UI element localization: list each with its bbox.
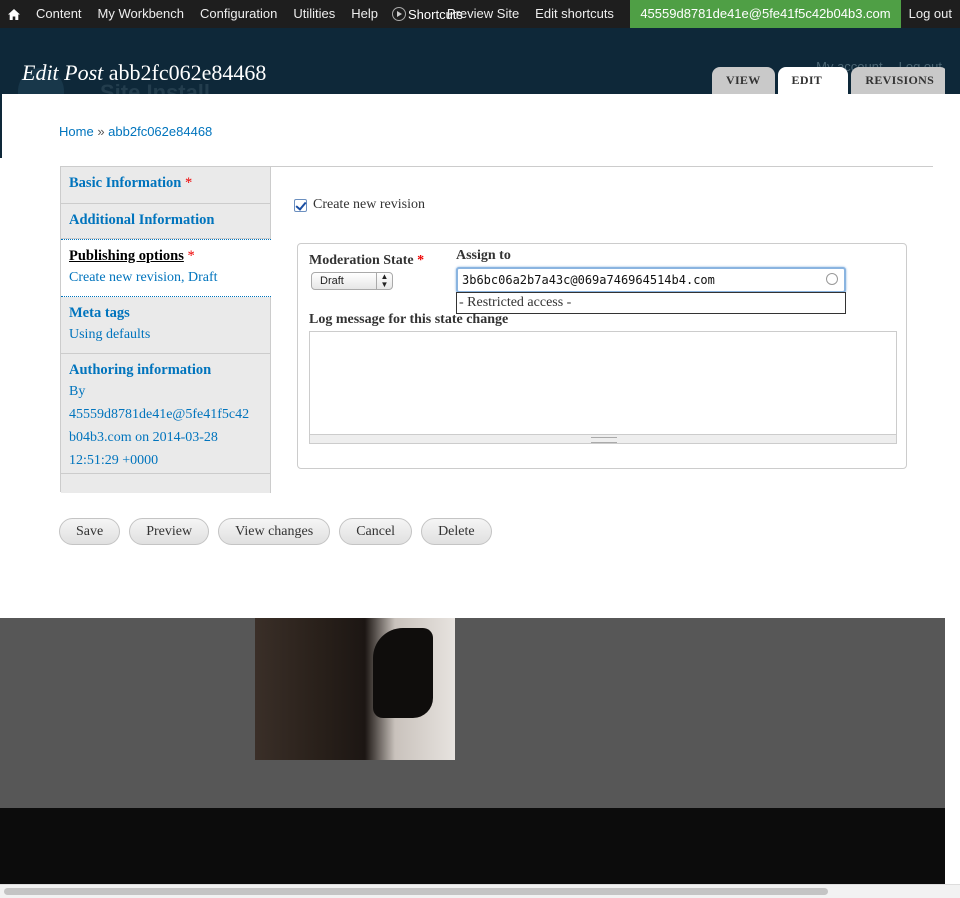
toolbar-content[interactable]: Content	[28, 0, 90, 28]
vtab-authoring-information[interactable]: Authoring information By 45559d8781de41e…	[61, 354, 270, 474]
breadcrumb-home[interactable]: Home	[59, 124, 94, 139]
breadcrumb: Home » abb2fc062e84468	[59, 124, 212, 139]
admin-toolbar: Content My Workbench Configuration Utili…	[0, 0, 960, 28]
required-marker: *	[417, 253, 425, 268]
textarea-resize-grip[interactable]	[309, 435, 897, 444]
delete-button[interactable]: Delete	[421, 518, 492, 545]
vtab-additional-information[interactable]: Additional Information	[61, 204, 270, 239]
form-actions: Save Preview View changes Cancel Delete	[59, 518, 492, 545]
moderation-state-select[interactable]: Draft ▲ ▼	[311, 272, 393, 290]
overlay-backdrop	[0, 618, 945, 808]
tab-revisions[interactable]: REVISIONS	[851, 67, 945, 94]
shortcuts-arrow-icon	[392, 7, 406, 21]
vtab-title: Meta tags	[69, 305, 130, 321]
vtab-summary-line: By	[69, 384, 86, 399]
vtab-summary-line: 12:51:29 +0000	[69, 453, 159, 468]
create-revision-checkbox[interactable]	[294, 198, 307, 212]
required-marker: *	[187, 248, 195, 264]
breadcrumb-separator: »	[97, 124, 105, 139]
moderation-state-label-text: Moderation State	[309, 253, 414, 268]
vtab-meta-tags[interactable]: Meta tags Using defaults	[61, 297, 270, 354]
vtab-title: Basic Information	[69, 175, 182, 191]
vertical-tabs-list: Basic Information * Additional Informati…	[61, 167, 271, 493]
vtab-summary-line: b04b3.com on 2014-03-28	[69, 430, 218, 445]
scrollbar-thumb[interactable]	[4, 888, 828, 895]
create-revision-row: Create new revision	[294, 197, 425, 213]
select-arrows-icon: ▲ ▼	[376, 273, 392, 289]
toolbar-utilities[interactable]: Utilities	[285, 0, 343, 28]
vtab-title: Publishing options	[69, 248, 184, 264]
page-footer-backdrop	[0, 808, 945, 886]
image-detail	[373, 628, 433, 718]
create-revision-label[interactable]: Create new revision	[313, 197, 425, 213]
content-image	[255, 618, 455, 760]
view-changes-button[interactable]: View changes	[218, 518, 331, 545]
toolbar-logout[interactable]: Log out	[901, 0, 960, 28]
cancel-button[interactable]: Cancel	[339, 518, 413, 545]
log-message-label: Log message for this state change	[309, 312, 509, 327]
breadcrumb-current[interactable]: abb2fc062e84468	[108, 124, 212, 139]
moderation-fieldset: Moderation State * Draft ▲ ▼ Assign to 3b…	[297, 243, 907, 469]
moderation-state-value: Draft	[320, 275, 344, 287]
shortcut-preview-site[interactable]: Preview Site	[439, 0, 527, 28]
vtab-basic-information[interactable]: Basic Information *	[61, 167, 270, 204]
vtab-publishing-options[interactable]: Publishing options * Create new revision…	[61, 239, 271, 297]
log-message-textarea[interactable]	[309, 331, 897, 435]
assign-to-label: Assign to	[456, 248, 511, 263]
home-icon[interactable]	[0, 0, 28, 28]
tab-view[interactable]: VIEW	[712, 67, 775, 94]
vtab-summary-line: 45559d8781de41e@5fe41f5c42	[69, 407, 250, 422]
save-button[interactable]: Save	[59, 518, 121, 545]
assign-to-input[interactable]: 3b6bc06a2b7a43c@069a746964514b4.com	[456, 267, 846, 293]
toolbar-configuration[interactable]: Configuration	[192, 0, 285, 28]
vtab-summary: Create new revision, Draft	[69, 270, 218, 285]
shortcut-edit-shortcuts[interactable]: Edit shortcuts	[527, 0, 622, 28]
vtab-title: Additional Information	[69, 212, 215, 228]
toolbar-my-workbench[interactable]: My Workbench	[90, 0, 192, 28]
vertical-tabs: Basic Information * Additional Informati…	[60, 166, 935, 493]
tab-edit-draft[interactable]: EDIT DRAFT	[777, 67, 849, 94]
vertical-tab-pane: Create new revision Moderation State * D…	[287, 167, 935, 493]
primary-tabs: VIEW EDIT DRAFT REVISIONS	[712, 67, 945, 94]
autocomplete-dropdown: - Restricted access -	[456, 292, 846, 314]
toolbar-help[interactable]: Help	[343, 0, 386, 28]
horizontal-scrollbar[interactable]	[0, 884, 960, 898]
toolbar-user-account[interactable]: 45559d8781de41e@5fe41f5c42b04b3.com	[630, 0, 901, 28]
vertical-scrollbar-track	[945, 94, 960, 886]
autocomplete-option[interactable]: - Restricted access -	[459, 295, 571, 310]
vtab-title: Authoring information	[69, 362, 212, 378]
moderation-state-label: Moderation State *	[309, 253, 424, 269]
vtab-summary: Using defaults	[69, 327, 151, 342]
autocomplete-throbber-icon	[826, 273, 838, 285]
preview-button[interactable]: Preview	[129, 518, 210, 545]
required-marker: *	[185, 175, 193, 191]
assign-to-value: 3b6bc06a2b7a43c@069a746964514b4.com	[462, 273, 715, 287]
